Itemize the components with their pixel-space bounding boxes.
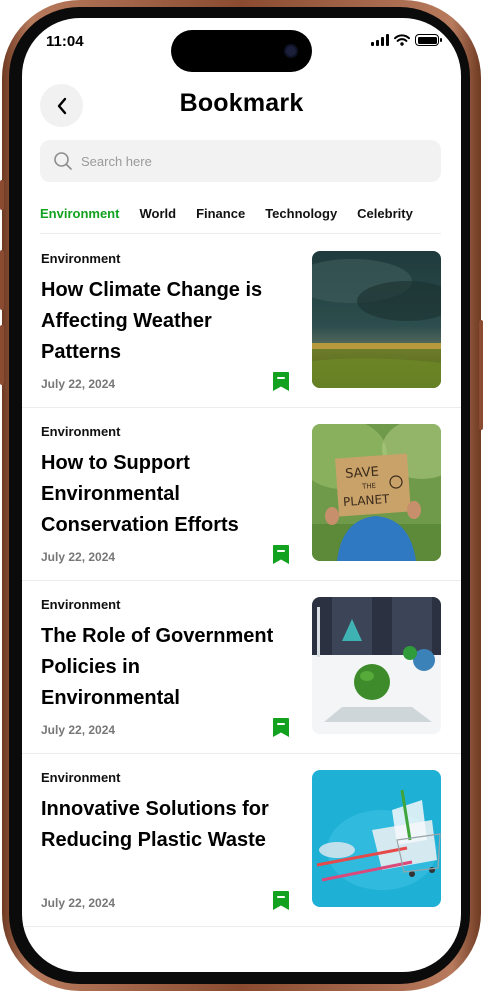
article-card[interactable]: Environment The Role of Government Polic…: [22, 581, 461, 754]
bookmark-icon[interactable]: [272, 544, 290, 565]
tab-finance[interactable]: Finance: [196, 206, 245, 233]
tab-technology[interactable]: Technology: [265, 206, 337, 233]
category-tabs: Environment World Finance Technology Cel…: [40, 206, 441, 234]
sign-save-text: SAVE: [345, 465, 380, 482]
status-icons: [371, 34, 442, 46]
article-category: Environment: [41, 251, 121, 266]
status-bar: 11:04: [22, 18, 461, 72]
search-input[interactable]: [81, 153, 381, 169]
screen: 11:04 Bookmark Search here Environment W…: [22, 18, 461, 972]
article-image-plastic-waste[interactable]: [312, 770, 441, 907]
page-title: Bookmark: [179, 89, 304, 117]
article-card[interactable]: Environment How to Support Environmental…: [22, 408, 461, 581]
wifi-icon: [394, 34, 410, 46]
article-title[interactable]: How to Support Environmental Conservatio…: [41, 448, 281, 541]
search-box[interactable]: [40, 140, 441, 182]
tab-celebrity[interactable]: Celebrity: [357, 206, 413, 233]
front-camera-icon: [284, 44, 298, 58]
article-date: July 22, 2024: [41, 377, 116, 391]
article-category: Environment: [41, 770, 121, 785]
search-icon: [53, 151, 73, 171]
bookmark-icon[interactable]: [272, 890, 290, 911]
tab-world[interactable]: World: [139, 206, 176, 233]
volume-down-button: [0, 325, 4, 385]
article-date: July 22, 2024: [41, 896, 116, 910]
article-date: July 22, 2024: [41, 723, 116, 737]
article-category: Environment: [41, 424, 121, 439]
dynamic-island: [171, 30, 312, 72]
article-title[interactable]: How Climate Change is Affecting Weather …: [41, 275, 281, 368]
bookmark-icon[interactable]: [272, 371, 290, 392]
action-button: [0, 180, 4, 210]
volume-up-button: [0, 250, 4, 310]
sign-the-text: THE: [361, 482, 376, 491]
article-image-save-planet[interactable]: SAVE THE PLANET: [312, 424, 441, 561]
article-category: Environment: [41, 597, 121, 612]
cellular-signal-icon: [371, 34, 389, 46]
article-image-globes[interactable]: [312, 597, 441, 734]
article-title[interactable]: Innovative Solutions for Reducing Plasti…: [41, 794, 281, 856]
bookmark-icon[interactable]: [272, 717, 290, 738]
article-title[interactable]: The Role of Government Policies in Envir…: [41, 621, 281, 714]
article-card[interactable]: Environment How Climate Change is Affect…: [22, 235, 461, 408]
tab-environment[interactable]: Environment: [40, 206, 119, 233]
article-card[interactable]: Environment Innovative Solutions for Red…: [22, 754, 461, 927]
power-button: [479, 320, 483, 430]
battery-icon: [415, 34, 442, 46]
header: Bookmark: [22, 84, 461, 128]
article-image-storm[interactable]: [312, 251, 441, 388]
article-date: July 22, 2024: [41, 550, 116, 564]
status-time: 11:04: [46, 33, 84, 50]
